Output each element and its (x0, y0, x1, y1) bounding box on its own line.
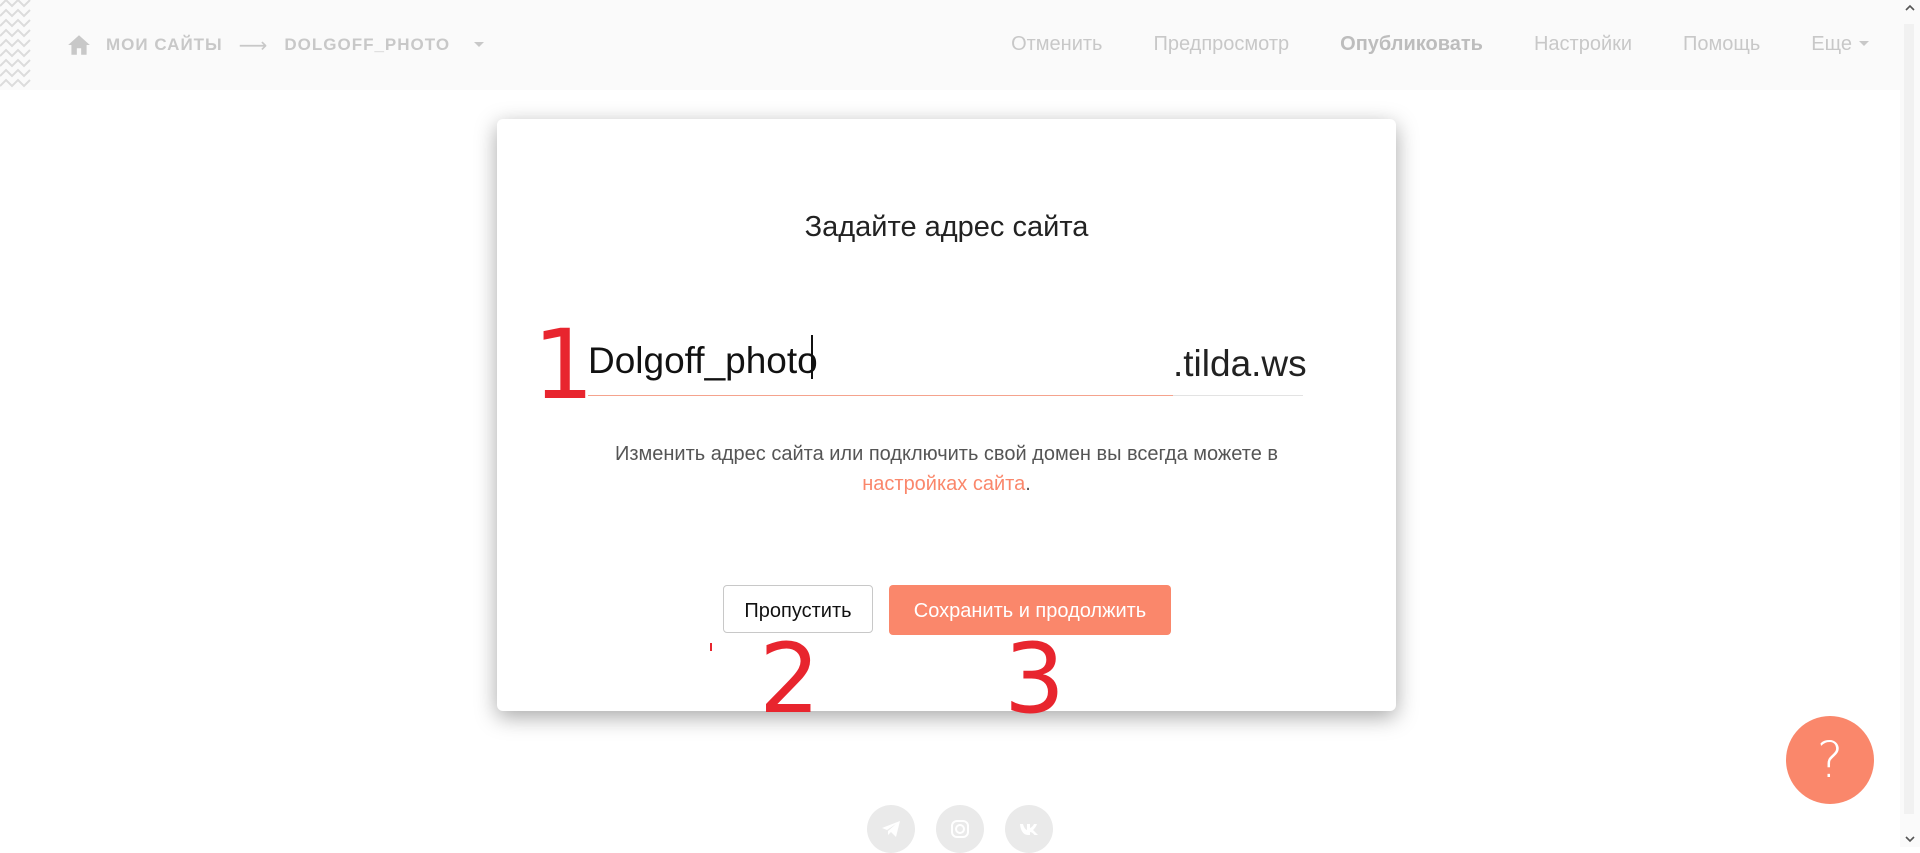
scroll-down-icon[interactable] (1904, 833, 1916, 845)
instagram-icon (951, 820, 969, 838)
telegram-icon (882, 821, 900, 837)
telegram-link[interactable] (867, 805, 915, 853)
breadcrumb-arrow: ⟶ (238, 34, 269, 57)
annotation-number-3: 3 (1004, 623, 1066, 735)
nav-cancel[interactable]: Отменить (1011, 33, 1102, 56)
scrollbar-thumb[interactable] (1904, 24, 1914, 814)
vk-link[interactable] (1005, 805, 1053, 853)
breadcrumb-site-name[interactable]: DOLGOFF_PHOTO (284, 35, 450, 55)
chevron-down-icon[interactable] (472, 40, 486, 50)
nav-publish[interactable]: Опубликовать (1340, 33, 1483, 56)
chevron-down-icon[interactable] (1858, 40, 1870, 48)
breadcrumb: МОИ САЙТЫ ⟶ DOLGOFF_PHOTO (66, 30, 486, 60)
nav-help[interactable]: Помощь (1683, 33, 1760, 56)
scroll-up-icon[interactable] (1904, 2, 1916, 14)
top-bar: МОИ САЙТЫ ⟶ DOLGOFF_PHOTO Отменить Предп… (0, 0, 1900, 90)
page-scrollbar[interactable] (1900, 0, 1920, 847)
annotation-mark (710, 643, 712, 651)
site-address-input[interactable] (588, 327, 1173, 396)
text-cursor (811, 335, 813, 379)
site-settings-link[interactable]: настройках сайта (862, 473, 1025, 495)
nav-settings[interactable]: Настройки (1534, 33, 1632, 56)
site-address-modal: Задайте адрес сайта 1 .tilda.ws Изменить… (497, 119, 1396, 727)
annotation-number-2: 2 (759, 623, 821, 735)
instagram-link[interactable] (936, 805, 984, 853)
hint-text: Изменить адрес сайта или подключить свой… (557, 439, 1336, 499)
annotation-number-1: 1 (533, 309, 595, 421)
logo-pattern-icon (0, 0, 31, 88)
vk-icon (1020, 824, 1038, 835)
nav-more[interactable]: Еще (1811, 33, 1852, 56)
help-button[interactable]: ? (1786, 716, 1874, 804)
top-nav: Отменить Предпросмотр Опубликовать Настр… (960, 28, 1870, 60)
hint-text-main: Изменить адрес сайта или подключить свой… (614, 443, 1279, 465)
home-icon[interactable] (66, 32, 92, 58)
domain-suffix: .tilda.ws (1173, 327, 1307, 396)
nav-preview[interactable]: Предпросмотр (1153, 33, 1289, 56)
modal-title: Задайте адрес сайта (804, 211, 1089, 243)
breadcrumb-my-sites[interactable]: МОИ САЙТЫ (106, 35, 223, 55)
hint-text-end: . (1025, 473, 1031, 495)
